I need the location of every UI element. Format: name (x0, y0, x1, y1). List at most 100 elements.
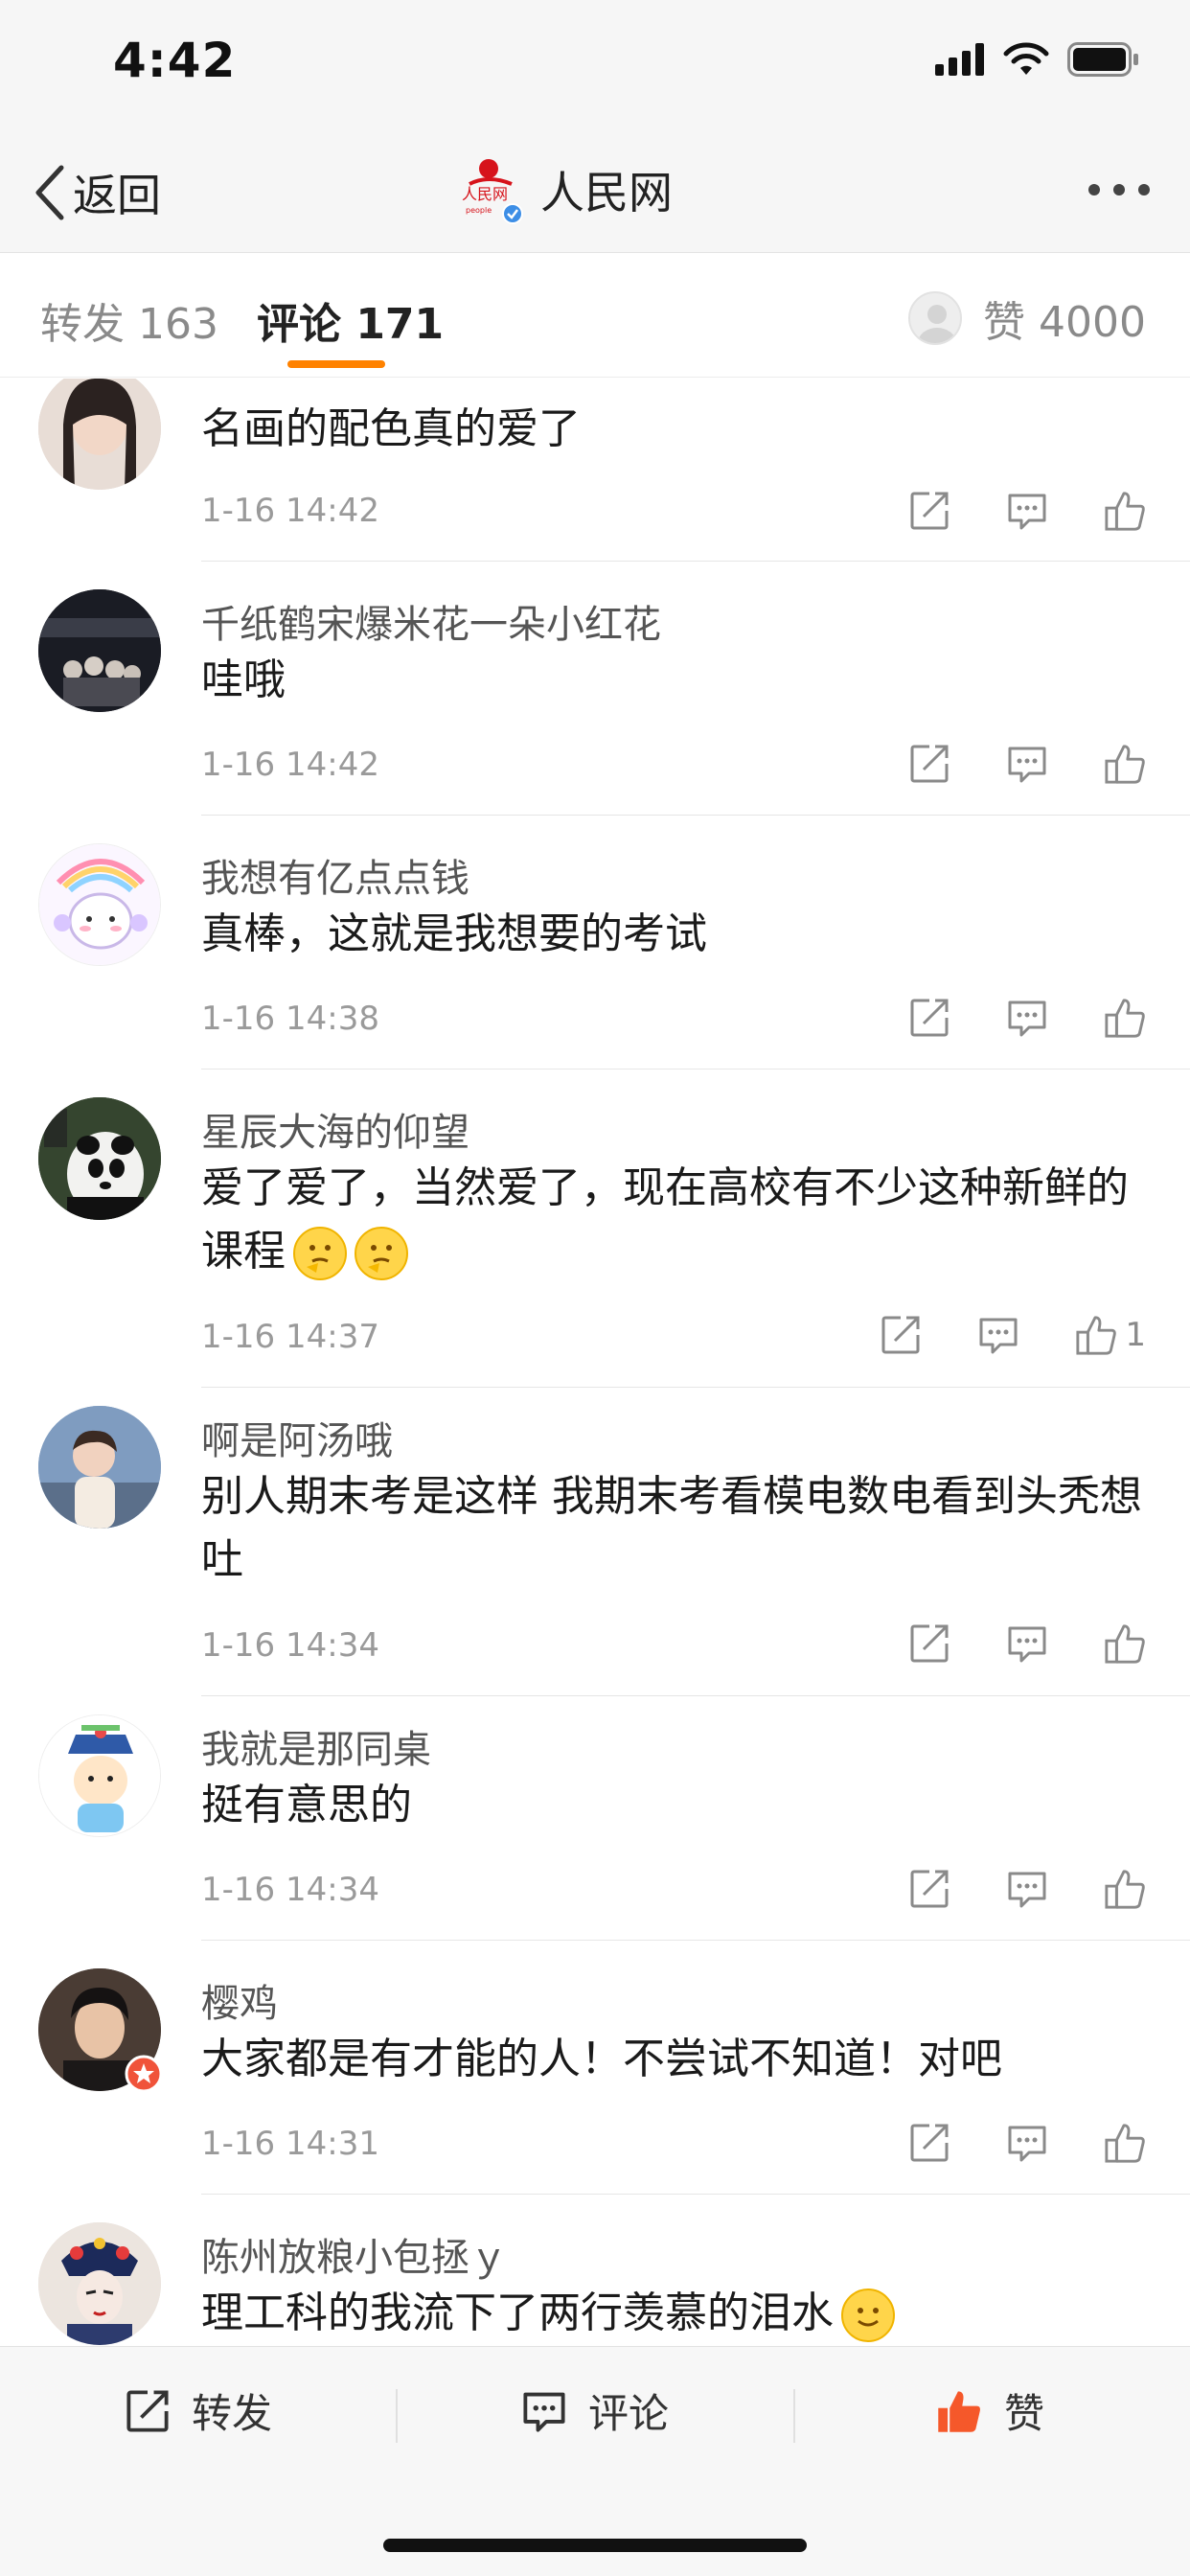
like-icon[interactable] (1104, 997, 1146, 1039)
svg-text:people: people (466, 206, 492, 215)
divider (396, 2389, 398, 2443)
comment-list[interactable]: 名画的配色真的爱了 1-16 14:42 千纸鹤宋爆米花一朵小红花 哇哦 1-1… (0, 379, 1190, 2346)
repost-icon[interactable] (880, 1314, 922, 1356)
comment-time: 1-16 14:31 (201, 2125, 379, 2163)
comment-time: 1-16 14:34 (201, 1626, 379, 1665)
comment-actions: 1 (880, 1314, 1146, 1356)
comment-actions (908, 1622, 1146, 1665)
like-icon[interactable] (1104, 743, 1146, 785)
divider (201, 1387, 1190, 1388)
avatar[interactable] (38, 379, 161, 490)
back-label: 返回 (73, 170, 161, 221)
comment-text: 大家都是有才能的人！不尝试不知道！对吧 (201, 2035, 1002, 2083)
comment-username[interactable]: 我想有亿点点钱 (201, 847, 469, 903)
comment-text: 挺有意思的 (201, 1781, 412, 1829)
avatar[interactable] (38, 1406, 161, 1529)
comment-icon[interactable] (1006, 1622, 1048, 1665)
more-icon[interactable] (1088, 184, 1150, 196)
tab-comments[interactable]: 评论 171 (257, 289, 444, 351)
comment-icon[interactable] (977, 1314, 1019, 1356)
tab-likes[interactable]: 赞 4000 (908, 288, 1146, 349)
like-label: 赞 (1004, 2390, 1045, 2437)
comment-username[interactable]: 千纸鹤宋爆米花一朵小红花 (201, 593, 661, 649)
avatar[interactable] (38, 2222, 161, 2345)
divider (201, 1695, 1190, 1696)
repost-icon (126, 2389, 169, 2432)
comment-username[interactable]: 陈州放粮小包拯ｙ (201, 2226, 508, 2282)
smile-emoji-icon (841, 2288, 895, 2342)
people-daily-logo: 人民网 people (456, 155, 525, 224)
comment-username[interactable]: 我就是那同桌 (201, 1718, 431, 1774)
svg-text:人民网: 人民网 (462, 185, 508, 203)
like-group[interactable]: 1 (1075, 1314, 1146, 1356)
page-title: 人民网 (540, 167, 673, 218)
avatar[interactable] (38, 1714, 161, 1837)
divider (793, 2389, 795, 2443)
tab-repost[interactable]: 转发 163 (40, 289, 218, 351)
back-chevron-icon (35, 165, 64, 220)
like-count: 1 (1125, 1316, 1146, 1354)
thinking-emoji-icon (293, 1227, 347, 1280)
comment-time: 1-16 14:37 (201, 1318, 379, 1356)
like-icon[interactable] (1075, 1314, 1117, 1356)
avatar[interactable] (38, 589, 161, 712)
comment-text-wrap: 爱了爱了，当然爱了，现在高校有不少这种新鲜的课程 (201, 1157, 1150, 1283)
tab-bar: 转发 163 评论 171 赞 4000 (0, 253, 1190, 378)
divider (201, 1940, 1190, 1941)
comment-text: 哇哦 (201, 656, 286, 704)
comment-icon[interactable] (1006, 490, 1048, 532)
comment-icon (523, 2392, 565, 2432)
comment-actions (908, 1868, 1146, 1910)
comment-username[interactable]: 樱鸡 (201, 1972, 278, 2028)
back-button[interactable]: 返回 (33, 161, 161, 224)
like-icon[interactable] (1104, 1622, 1146, 1665)
repost-icon[interactable] (908, 743, 950, 785)
like-icon[interactable] (1104, 1868, 1146, 1910)
repost-icon[interactable] (908, 2122, 950, 2164)
cellular-icon (935, 43, 984, 76)
battery-icon (1067, 42, 1138, 77)
comment-text: 真棒，这就是我想要的考试 (201, 909, 707, 958)
repost-icon[interactable] (908, 1622, 950, 1665)
wifi-icon (1003, 42, 1049, 75)
comment-button[interactable]: 评论 (521, 2381, 669, 2440)
divider (201, 815, 1190, 816)
repost-label: 转发 (192, 2390, 273, 2437)
like-button[interactable]: 赞 (935, 2381, 1044, 2440)
home-indicator[interactable] (383, 2539, 807, 2552)
tab-likes-label: 赞 4000 (983, 298, 1146, 347)
comment-text: 别人期末考是这样 我期末考看模电数电看到头秃想吐 (201, 1472, 1142, 1584)
comment-label: 评论 (588, 2390, 670, 2437)
verified-user-badge-icon (125, 2055, 163, 2093)
like-icon[interactable] (1104, 2122, 1146, 2164)
comment-time: 1-16 14:38 (201, 1000, 379, 1038)
repost-button[interactable]: 转发 (125, 2381, 272, 2440)
comment-username[interactable]: 星辰大海的仰望 (201, 1101, 469, 1157)
comment-time: 1-16 14:42 (201, 492, 379, 530)
account-title[interactable]: 人民网 people 人民网 (456, 155, 673, 224)
comment-icon[interactable] (1006, 2122, 1048, 2164)
comment-username[interactable]: 啊是阿汤哦 (201, 1410, 393, 1465)
divider (201, 1069, 1190, 1070)
divider (201, 2194, 1190, 2195)
comment-actions (908, 490, 1146, 532)
active-tab-indicator (287, 360, 385, 368)
repost-icon[interactable] (908, 490, 950, 532)
comment-icon[interactable] (1006, 1868, 1048, 1910)
like-icon[interactable] (1104, 490, 1146, 532)
repost-icon[interactable] (908, 1868, 950, 1910)
avatar[interactable] (38, 843, 161, 966)
status-icons (935, 42, 1140, 77)
comment-icon[interactable] (1006, 743, 1048, 785)
repost-icon[interactable] (908, 997, 950, 1039)
comment-actions (908, 743, 1146, 785)
avatar[interactable] (38, 1968, 163, 2093)
comment-actions (908, 997, 1146, 1039)
liker-avatar (908, 291, 963, 345)
divider (201, 561, 1190, 562)
comment-text-wrap: 理工科的我流下了两行羡慕的泪水 (201, 2282, 1150, 2345)
avatar[interactable] (38, 1097, 161, 1220)
status-time: 4:42 (113, 33, 237, 88)
comment-icon[interactable] (1006, 997, 1048, 1039)
comment-time: 1-16 14:42 (201, 746, 379, 784)
